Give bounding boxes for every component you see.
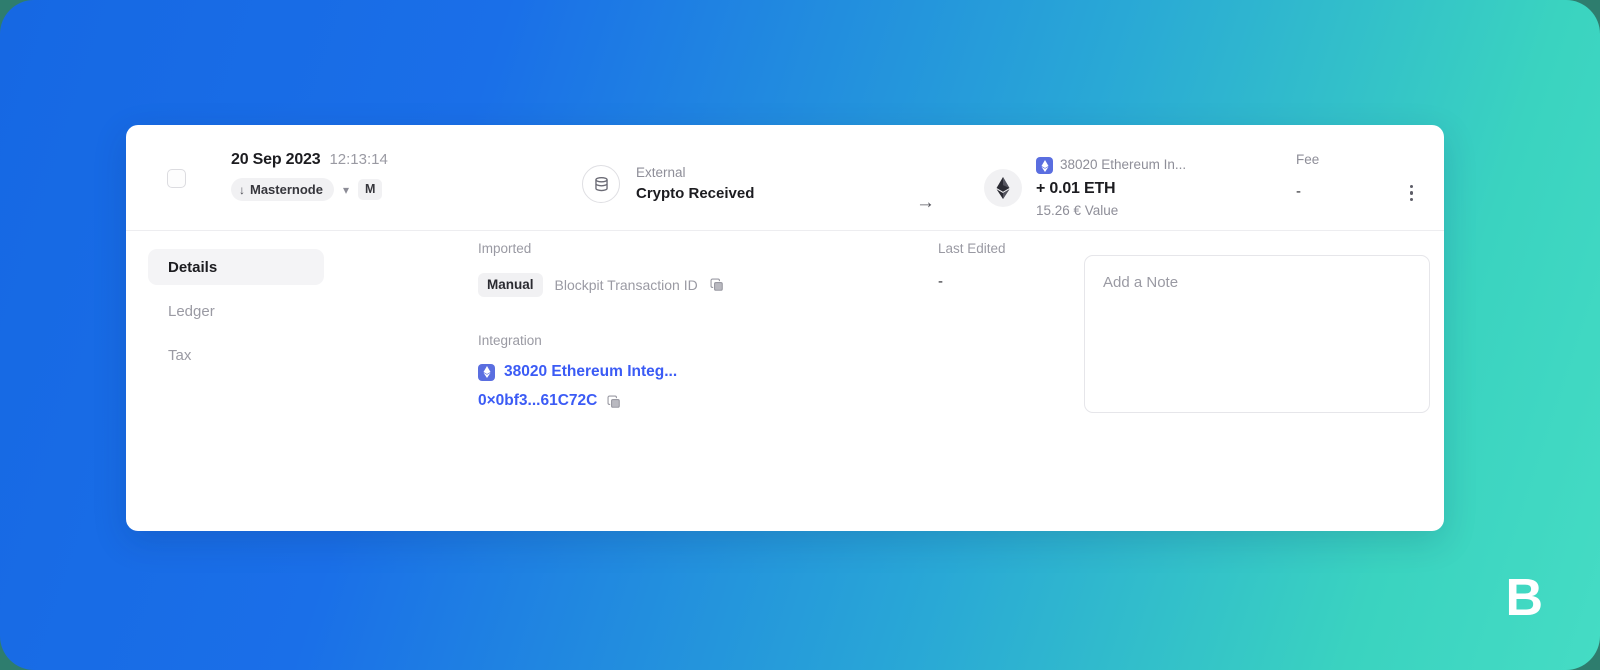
label-badge-m[interactable]: M bbox=[358, 178, 383, 201]
menu-dot bbox=[1409, 197, 1413, 202]
arrow-down-icon: ↓ bbox=[239, 182, 245, 197]
detail-tabs: Details Ledger Tax bbox=[148, 249, 324, 381]
fee-value: - bbox=[1296, 182, 1301, 200]
note-input[interactable]: Add a Note bbox=[1084, 255, 1430, 413]
label-pill-masternode[interactable]: ↓ Masternode bbox=[231, 178, 334, 201]
menu-dot bbox=[1409, 185, 1413, 189]
date-line: 20 Sep 2023 12:13:14 bbox=[231, 151, 388, 169]
select-transaction-checkbox[interactable] bbox=[167, 169, 186, 188]
imported-value-row: Manual Blockpit Transaction ID bbox=[478, 272, 724, 298]
note-placeholder: Add a Note bbox=[1103, 274, 1179, 291]
copy-icon[interactable] bbox=[607, 395, 621, 409]
last-edited-value: - bbox=[938, 272, 943, 290]
transaction-tag-line: ↓ Masternode ▾ M bbox=[231, 178, 388, 201]
tab-details[interactable]: Details bbox=[148, 249, 324, 285]
chevron-down-icon[interactable]: ▾ bbox=[342, 184, 350, 196]
ethereum-badge-icon bbox=[1036, 157, 1053, 174]
transaction-date: 20 Sep 2023 bbox=[231, 151, 321, 168]
type-text-wrap: External Crypto Received bbox=[636, 164, 755, 202]
transaction-fee-column: Fee - bbox=[1296, 152, 1320, 200]
database-stack-icon bbox=[582, 165, 620, 203]
transaction-fiat-value: 15.26 € Value bbox=[1036, 202, 1119, 218]
transaction-source-type: External bbox=[636, 164, 686, 180]
direction-arrow-icon: → bbox=[916, 192, 935, 213]
transaction-amount: + 0.01 ETH bbox=[1036, 180, 1116, 197]
amount-source-row: 38020 Ethereum In... bbox=[1036, 157, 1186, 174]
transaction-detail-body: Details Ledger Tax Imported Manual Block… bbox=[126, 231, 1444, 530]
ethereum-icon bbox=[984, 168, 1022, 207]
last-edited-label: Last Edited bbox=[938, 241, 1006, 256]
imported-field: Imported Manual Blockpit Transaction ID bbox=[478, 241, 724, 298]
transaction-type-column: External Crypto Received bbox=[582, 165, 754, 203]
blockpit-logo: B bbox=[1505, 569, 1543, 627]
tab-ledger[interactable]: Ledger bbox=[148, 293, 324, 329]
transaction-header-row: 20 Sep 2023 12:13:14 ↓ Masternode ▾ M Ex… bbox=[126, 125, 1444, 231]
last-edited-field: Last Edited - bbox=[938, 241, 1006, 290]
fee-label: Fee bbox=[1296, 152, 1320, 167]
transaction-time: 12:13:14 bbox=[329, 151, 388, 168]
transaction-date-column: 20 Sep 2023 12:13:14 ↓ Masternode ▾ M bbox=[231, 151, 388, 201]
amount-column: 38020 Ethereum In... + 0.01 ETH 15.26 € … bbox=[1036, 157, 1186, 218]
tab-tax[interactable]: Tax bbox=[148, 337, 324, 373]
integration-field: Integration 38020 Ethereum Integ... 0×0b… bbox=[478, 333, 677, 411]
more-vertical-icon[interactable] bbox=[1406, 181, 1417, 205]
integration-address-link[interactable]: 0×0bf3...61C72C bbox=[478, 392, 597, 411]
label-pill-text: Masternode bbox=[250, 182, 323, 197]
integration-name-link[interactable]: 38020 Ethereum Integ... bbox=[504, 363, 677, 382]
ethereum-badge-icon bbox=[478, 363, 495, 381]
app-background: B 20 Sep 2023 12:13:14 ↓ Masternode ▾ M bbox=[0, 0, 1600, 670]
blockpit-transaction-id-label: Blockpit Transaction ID bbox=[554, 276, 698, 293]
transaction-card: 20 Sep 2023 12:13:14 ↓ Masternode ▾ M Ex… bbox=[126, 125, 1444, 531]
integration-link-row[interactable]: 38020 Ethereum Integ... bbox=[478, 363, 677, 382]
integration-address-row: 0×0bf3...61C72C bbox=[478, 392, 677, 411]
integration-label: Integration bbox=[478, 333, 542, 348]
transaction-amount-column: 38020 Ethereum In... + 0.01 ETH 15.26 € … bbox=[984, 157, 1186, 218]
menu-dot bbox=[1409, 191, 1413, 195]
asset-source-label: 38020 Ethereum In... bbox=[1060, 157, 1187, 173]
imported-chip: Manual bbox=[478, 272, 543, 298]
transaction-operation: Crypto Received bbox=[636, 184, 755, 202]
copy-icon[interactable] bbox=[710, 278, 724, 292]
imported-label: Imported bbox=[478, 241, 532, 256]
